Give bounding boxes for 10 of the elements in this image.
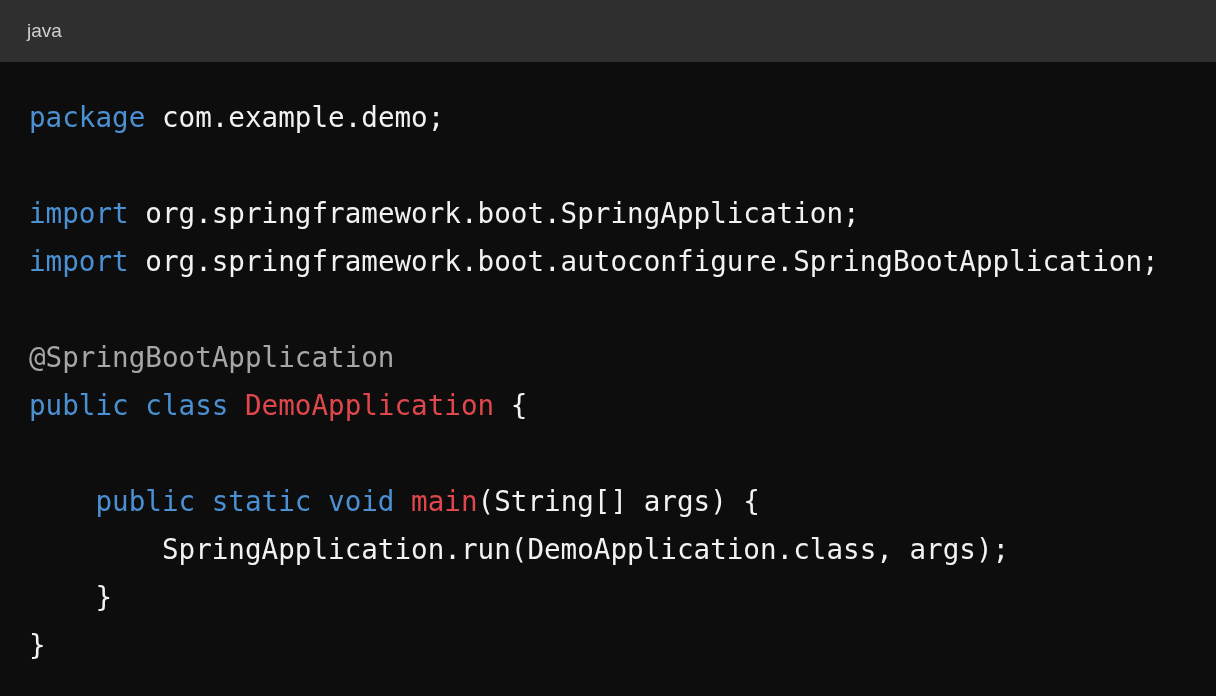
code-line: public static void main(String[] args) { bbox=[94, 484, 760, 520]
code-line: import org.springframework.boot.autoconfigure.SpringBootApplication; bbox=[29, 244, 1159, 280]
code-line: } bbox=[29, 628, 46, 664]
code-line: @SpringBootApplication bbox=[29, 340, 395, 376]
code-line: } bbox=[94, 580, 113, 616]
code-line: public class DemoApplication { bbox=[29, 388, 528, 424]
code-line: SpringApplication.run(DemoApplication.class, args); bbox=[160, 532, 1010, 568]
code-line: package com.example.demo; bbox=[29, 100, 445, 136]
code-line: import org.springframework.boot.SpringApplication; bbox=[29, 196, 860, 232]
language-label: java bbox=[27, 20, 62, 42]
